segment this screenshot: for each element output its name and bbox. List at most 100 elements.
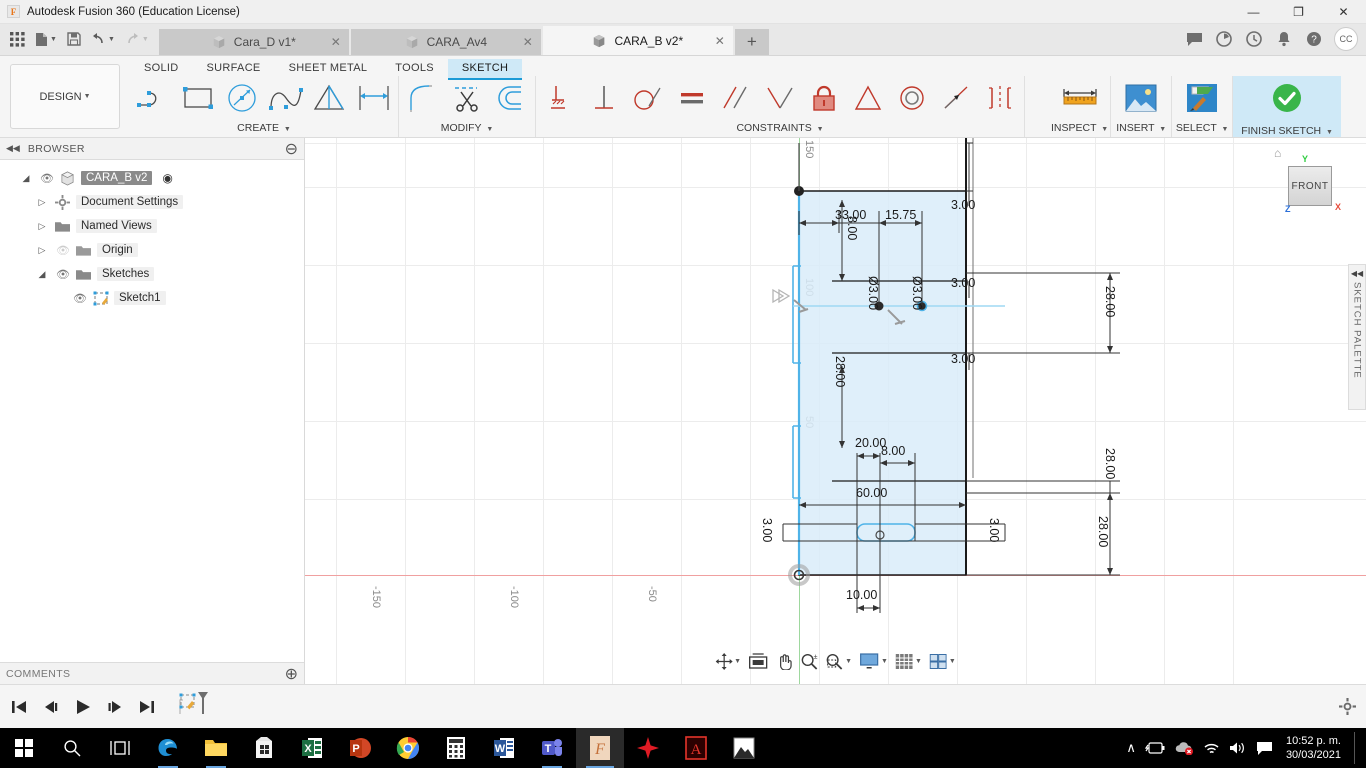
tab-solid[interactable]: SOLID <box>130 59 193 80</box>
tab-sheet-metal[interactable]: SHEET METAL <box>275 59 382 80</box>
expand-arrow-icon[interactable]: ▷ <box>34 221 50 232</box>
volume-icon[interactable] <box>1229 741 1247 755</box>
dimension-hole1-diameter[interactable]: Ø3.00 <box>866 276 880 310</box>
timeline-sketch1-marker[interactable] <box>176 690 210 724</box>
panel-create-label[interactable]: CREATE ▼ <box>132 120 396 134</box>
symmetry-icon[interactable] <box>978 77 1022 119</box>
dimension-28-right-lower[interactable]: 28.00 <box>1103 448 1117 479</box>
panel-select-label[interactable]: SELECT ▼ <box>1174 120 1230 134</box>
dimension-3-slot-right[interactable]: 3.00 <box>987 518 1001 542</box>
fusion360-icon[interactable]: F <box>576 728 624 768</box>
dimension-15-75[interactable]: 15.75 <box>885 208 916 222</box>
zoom-icon[interactable]: ± <box>798 649 821 673</box>
pan-hand-icon[interactable] <box>773 649 796 673</box>
visibility-eye-icon[interactable]: 👁 <box>39 172 55 185</box>
insert-image-icon[interactable] <box>1113 77 1169 119</box>
save-icon[interactable] <box>63 26 85 52</box>
dimension-3-wall-low[interactable]: 3.00 <box>951 352 975 366</box>
fix-lock-icon[interactable] <box>802 77 846 119</box>
expand-arrow-icon[interactable]: ◢ <box>18 173 34 184</box>
recent-icon[interactable] <box>1240 25 1268 53</box>
viewports-icon[interactable]: ▼ <box>927 649 959 673</box>
dimension-8-slot[interactable]: 8.00 <box>881 444 905 458</box>
dimension-3-wall-top[interactable]: 3.00 <box>951 198 975 212</box>
minimize-button[interactable]: — <box>1231 0 1276 24</box>
file-explorer-icon[interactable] <box>192 728 240 768</box>
visibility-eye-icon[interactable]: 👁 <box>55 268 71 281</box>
spline-icon[interactable] <box>264 77 308 119</box>
taskbar-clock[interactable]: 10:52 p. m. 30/03/2021 <box>1282 734 1341 762</box>
zoom-window-icon[interactable]: ▼ <box>823 649 855 673</box>
chevron-down-icon[interactable]: ▼ <box>734 658 741 665</box>
collinear-icon[interactable] <box>934 77 978 119</box>
ellipse-icon[interactable] <box>220 77 264 119</box>
dimension-hole2-diameter[interactable]: Ø3.00 <box>910 276 924 310</box>
collapse-browser-icon[interactable]: ◀◀ <box>6 143 20 154</box>
concentric-icon[interactable] <box>890 77 934 119</box>
search-icon[interactable] <box>48 728 96 768</box>
offset-icon[interactable] <box>489 77 533 119</box>
step-back-icon[interactable] <box>42 698 60 716</box>
workspace-selector[interactable]: DESIGN ▼ <box>10 64 120 129</box>
comment-icon[interactable] <box>1180 25 1208 53</box>
parallel-icon[interactable] <box>714 77 758 119</box>
start-windows-icon[interactable] <box>0 728 48 768</box>
action-center-icon[interactable] <box>1256 741 1273 756</box>
tree-node-sketch1[interactable]: 👁 Sketch1 <box>0 286 304 310</box>
expand-arrow-icon[interactable]: ◢ <box>34 269 50 280</box>
select-brush-icon[interactable] <box>1174 77 1230 119</box>
adobe-acrobat-icon[interactable]: A <box>672 728 720 768</box>
grid-snaps-icon[interactable]: ▼ <box>893 649 925 673</box>
dimension-3-wall-mid[interactable]: 3.00 <box>951 276 975 290</box>
midpoint-icon[interactable] <box>846 77 890 119</box>
step-forward-icon[interactable] <box>106 698 124 716</box>
battery-charging-icon[interactable] <box>1144 742 1165 754</box>
timeline-settings-gear-icon[interactable] <box>1339 698 1356 715</box>
dimension-3-slot-left[interactable]: 3.00 <box>760 518 774 542</box>
tab-sketch[interactable]: SKETCH <box>447 59 523 80</box>
close-tab-icon[interactable]: ✕ <box>523 35 533 49</box>
chevron-down-icon[interactable]: ▼ <box>881 658 888 665</box>
close-tab-icon[interactable]: ✕ <box>715 34 725 48</box>
play-icon[interactable] <box>74 698 92 716</box>
equal-icon[interactable] <box>670 77 714 119</box>
dimension-60[interactable]: 60.00 <box>856 486 887 500</box>
perpendicular-icon[interactable] <box>758 77 802 119</box>
photos-icon[interactable] <box>720 728 768 768</box>
notifications-bell-icon[interactable] <box>1270 25 1298 53</box>
new-document-icon[interactable]: ▼ <box>31 26 61 52</box>
coincident-icon[interactable] <box>582 77 626 119</box>
edge-browser-icon[interactable] <box>144 728 192 768</box>
new-tab-button[interactable]: + <box>734 29 769 55</box>
maximize-button[interactable]: ❐ <box>1276 0 1321 24</box>
pan-preset-icon[interactable] <box>746 649 771 673</box>
add-comment-icon[interactable]: ⊕ <box>285 664 298 684</box>
tree-node-named-views[interactable]: ▷ Named Views <box>0 214 304 238</box>
panel-modify-label[interactable]: MODIFY ▼ <box>401 120 533 134</box>
show-desktop-button[interactable] <box>1354 732 1360 764</box>
close-tab-icon[interactable]: ✕ <box>331 35 341 49</box>
redo-icon[interactable]: ▼ <box>121 26 153 52</box>
dimension-icon[interactable] <box>352 77 396 119</box>
browser-settings-icon[interactable]: ⊖ <box>285 139 298 159</box>
tree-node-origin[interactable]: ▷ 👁 Origin <box>0 238 304 262</box>
home-icon[interactable]: ⌂ <box>1274 146 1281 160</box>
visibility-eye-icon[interactable]: 👁 <box>72 292 88 305</box>
panel-constraints-label[interactable]: CONSTRAINTS ▼ <box>538 120 1022 134</box>
undo-icon[interactable]: ▼ <box>87 26 119 52</box>
apps-grid-icon[interactable] <box>6 26 29 52</box>
active-component-radio[interactable]: ◉ <box>162 171 172 185</box>
visibility-eye-off-icon[interactable]: 👁 <box>55 244 71 257</box>
expand-arrow-icon[interactable]: ▷ <box>34 245 50 256</box>
orbit-icon[interactable]: ▼ <box>712 649 744 673</box>
expand-arrow-icon[interactable]: ▷ <box>34 197 50 208</box>
tree-node-sketches[interactable]: ◢ 👁 Sketches <box>0 262 304 286</box>
panel-insert-label[interactable]: INSERT ▼ <box>1113 120 1169 134</box>
teams-icon[interactable]: T <box>528 728 576 768</box>
word-icon[interactable]: W <box>480 728 528 768</box>
microsoft-store-icon[interactable] <box>240 728 288 768</box>
dimension-8-upper[interactable]: 8.00 <box>845 216 859 240</box>
user-avatar[interactable]: CC <box>1334 27 1358 51</box>
excel-icon[interactable]: X <box>288 728 336 768</box>
view-cube-face[interactable]: FRONT <box>1288 166 1332 206</box>
